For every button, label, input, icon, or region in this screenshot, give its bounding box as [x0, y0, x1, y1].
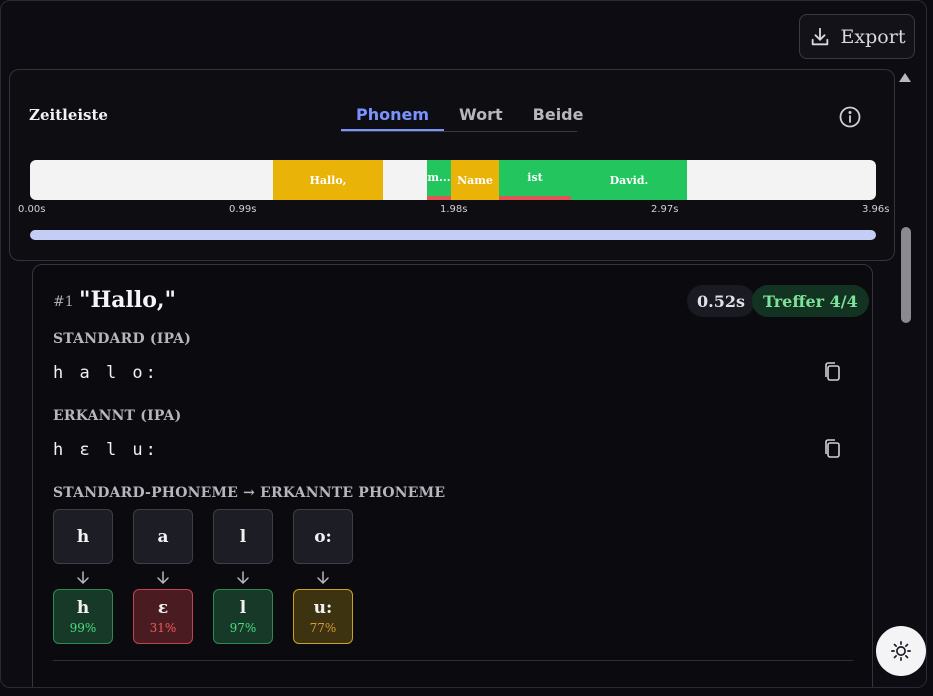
copy-icon[interactable] — [822, 361, 842, 383]
word-detail-card: #1 "Hallo," 0.52s Treffer 4/4 STANDARD (… — [32, 264, 873, 687]
detected-phoneme: u: 77% — [293, 589, 353, 644]
tick-label: 1.98s — [440, 204, 468, 215]
timeline-panel: Zeitleiste Phonem Wort Beide Hallo, m...… — [9, 69, 895, 261]
tick-label: 2.97s — [651, 204, 679, 215]
scroll-thumb[interactable] — [901, 227, 911, 323]
segment-label: David. — [609, 173, 649, 187]
view-tabs: Phonem Wort Beide — [341, 96, 583, 132]
segment-label: Name — [457, 173, 493, 187]
segment-label: ist — [527, 170, 543, 184]
segment-error-bar — [427, 196, 451, 200]
standard-ipa-value: h a l o: — [53, 363, 159, 383]
scroll-up-arrow-icon[interactable] — [899, 73, 911, 82]
phoneme-label: l — [239, 598, 247, 618]
segment-error-bar — [499, 196, 571, 200]
timeline-segment[interactable]: Name — [451, 160, 499, 200]
timeline-title: Zeitleiste — [29, 106, 108, 124]
tick-label: 3.96s — [862, 204, 890, 215]
duration-badge: 0.52s — [687, 285, 755, 317]
download-icon — [811, 27, 828, 45]
timeline-segment[interactable]: David. — [571, 160, 687, 200]
sun-icon — [891, 641, 911, 661]
tick-label: 0.99s — [229, 204, 257, 215]
playback-progress-bar[interactable] — [30, 230, 876, 240]
phoneme-label: h — [76, 526, 90, 547]
detected-ipa-label: ERKANNT (IPA) — [53, 408, 182, 424]
detected-phoneme: h 99% — [53, 589, 113, 644]
segment-label: m... — [427, 170, 451, 184]
export-label: Export — [840, 25, 906, 48]
timeline-segment[interactable]: m... — [427, 160, 451, 200]
arrow-down-icon — [237, 571, 249, 585]
timeline-segment[interactable]: Hallo, — [273, 160, 383, 200]
confidence-value: 31% — [149, 621, 177, 635]
standard-phoneme: o: — [293, 509, 353, 564]
copy-icon[interactable] — [822, 438, 842, 460]
arrow-down-icon — [157, 571, 169, 585]
standard-phoneme: h — [53, 509, 113, 564]
tab-phonem[interactable]: Phonem — [341, 96, 445, 131]
info-icon[interactable] — [838, 105, 862, 129]
theme-toggle-button[interactable] — [876, 626, 926, 676]
confidence-value: 77% — [309, 621, 337, 635]
phoneme-label: l — [239, 526, 247, 547]
phoneme-label: h — [76, 598, 90, 618]
phoneme-label: ɛ — [157, 598, 169, 618]
phoneme-label: a — [157, 526, 169, 547]
tick-label: 0.00s — [18, 204, 46, 215]
timeline-segment[interactable]: ist — [499, 160, 571, 200]
phoneme-label: o: — [314, 526, 332, 547]
tab-wort[interactable]: Wort — [444, 96, 518, 131]
confidence-value: 99% — [69, 621, 97, 635]
card-divider — [53, 660, 853, 661]
detected-ipa-value: h ɛ l u: — [53, 440, 159, 460]
phoneme-label: u: — [313, 598, 333, 618]
word-index: #1 — [53, 294, 74, 310]
timeline-track[interactable]: Hallo, m... Name ist David. — [30, 160, 876, 200]
export-button[interactable]: Export — [799, 14, 915, 59]
arrow-down-icon — [317, 571, 329, 585]
app-frame: Export Zeitleiste Phonem Wort Beide Hall… — [0, 0, 927, 688]
standard-phoneme: a — [133, 509, 193, 564]
detected-phoneme: ɛ 31% — [133, 589, 193, 644]
hits-badge: Treffer 4/4 — [752, 285, 869, 317]
word-title: "Hallo," — [79, 287, 177, 313]
arrow-down-icon — [77, 571, 89, 585]
mapping-label: STANDARD-PHONEME → ERKANNTE PHONEME — [53, 485, 446, 501]
scrollbar[interactable] — [897, 69, 915, 674]
confidence-value: 97% — [229, 621, 257, 635]
standard-ipa-label: STANDARD (IPA) — [53, 331, 192, 347]
standard-phoneme: l — [213, 509, 273, 564]
detected-phoneme: l 97% — [213, 589, 273, 644]
segment-label: Hallo, — [309, 173, 347, 187]
tab-beide[interactable]: Beide — [518, 96, 599, 131]
